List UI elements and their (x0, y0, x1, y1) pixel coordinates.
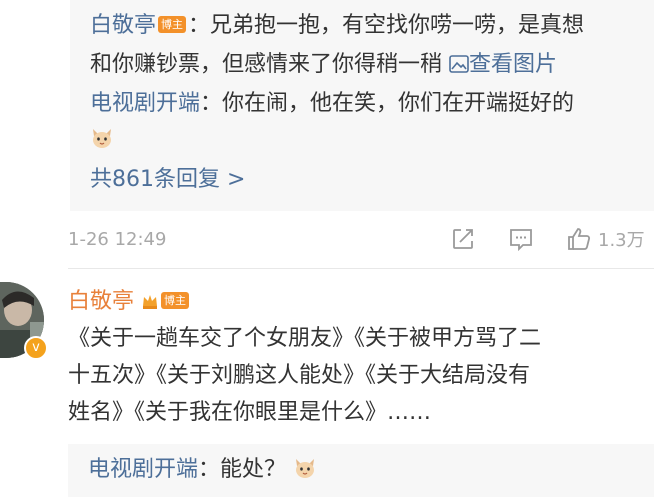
thumbs-up-icon (568, 228, 591, 250)
sub-reply: 电视剧开端：能处？ (88, 454, 317, 486)
cat-emoji-icon (296, 459, 315, 478)
comment-author: 白敬亭 博主 (68, 286, 191, 318)
sub-reply-text: ：能处？ (198, 457, 287, 482)
reply-2-emoji-line (90, 124, 114, 156)
sub-reply-box: 电视剧开端：能处？ (68, 444, 654, 497)
view-image-label: 查看图片 (469, 52, 558, 77)
like-count: 1.3万 (598, 230, 645, 251)
post-timestamp: 1-26 12:49 (68, 229, 167, 250)
cat-emoji-icon (93, 129, 111, 148)
reply-author-link[interactable]: 电视剧开端 (90, 91, 200, 116)
image-icon (449, 55, 469, 73)
sub-reply-author-link[interactable]: 电视剧开端 (88, 457, 198, 482)
comment-button[interactable] (508, 224, 534, 254)
reply-text: ：兄弟抱一抱，有空找你唠一唠，是真想 (188, 13, 585, 38)
comment-line-2: 十五次》《关于刘鹏这人能处》《关于大结局没有 (68, 363, 531, 388)
reply-1-cont: 和你赚钞票，但感情来了你得稍一稍 查看图片 (90, 49, 557, 81)
view-image-link[interactable]: 查看图片 (449, 52, 557, 77)
share-button[interactable] (450, 224, 476, 254)
share-icon (453, 229, 473, 249)
crown-icon (143, 295, 158, 309)
more-replies-link[interactable]: 共861条回复 > (90, 164, 245, 196)
comment-body: 《关于一趟车交了个女朋友》《关于被甲方骂了二 十五次》《关于刘鹏这人能处》《关于… (68, 320, 652, 431)
like-button[interactable]: 1.3万 (566, 224, 645, 254)
reply-text: ：你在闹，他在笑，你们在开端挺好的 (200, 91, 575, 116)
comment-line-1: 《关于一趟车交了个女朋友》《关于被甲方骂了二 (68, 326, 542, 351)
comment-line-3: 姓名》《关于我在你眼里是什么》…… (68, 400, 432, 425)
reply-2: 电视剧开端：你在闹，他在笑，你们在开端挺好的 (90, 88, 574, 120)
verified-badge-icon: v (24, 336, 48, 360)
divider (68, 268, 654, 269)
comment-icon (510, 229, 532, 252)
comment-author-link[interactable]: 白敬亭 (68, 289, 134, 314)
reply-text-cont: 和你赚钞票，但感情来了你得稍一稍 (90, 52, 443, 77)
reply-1: 白敬亭 博主 ：兄弟抱一抱，有空找你唠一唠，是真想 (90, 10, 584, 42)
blogger-badge: 博主 (158, 16, 187, 33)
reply-thread-box: 白敬亭 博主 ：兄弟抱一抱，有空找你唠一唠，是真想 和你赚钞票，但感情来了你得稍一稍… (70, 0, 654, 211)
reply-author-link[interactable]: 白敬亭 (90, 13, 156, 38)
blogger-badge: 博主 (161, 292, 190, 309)
